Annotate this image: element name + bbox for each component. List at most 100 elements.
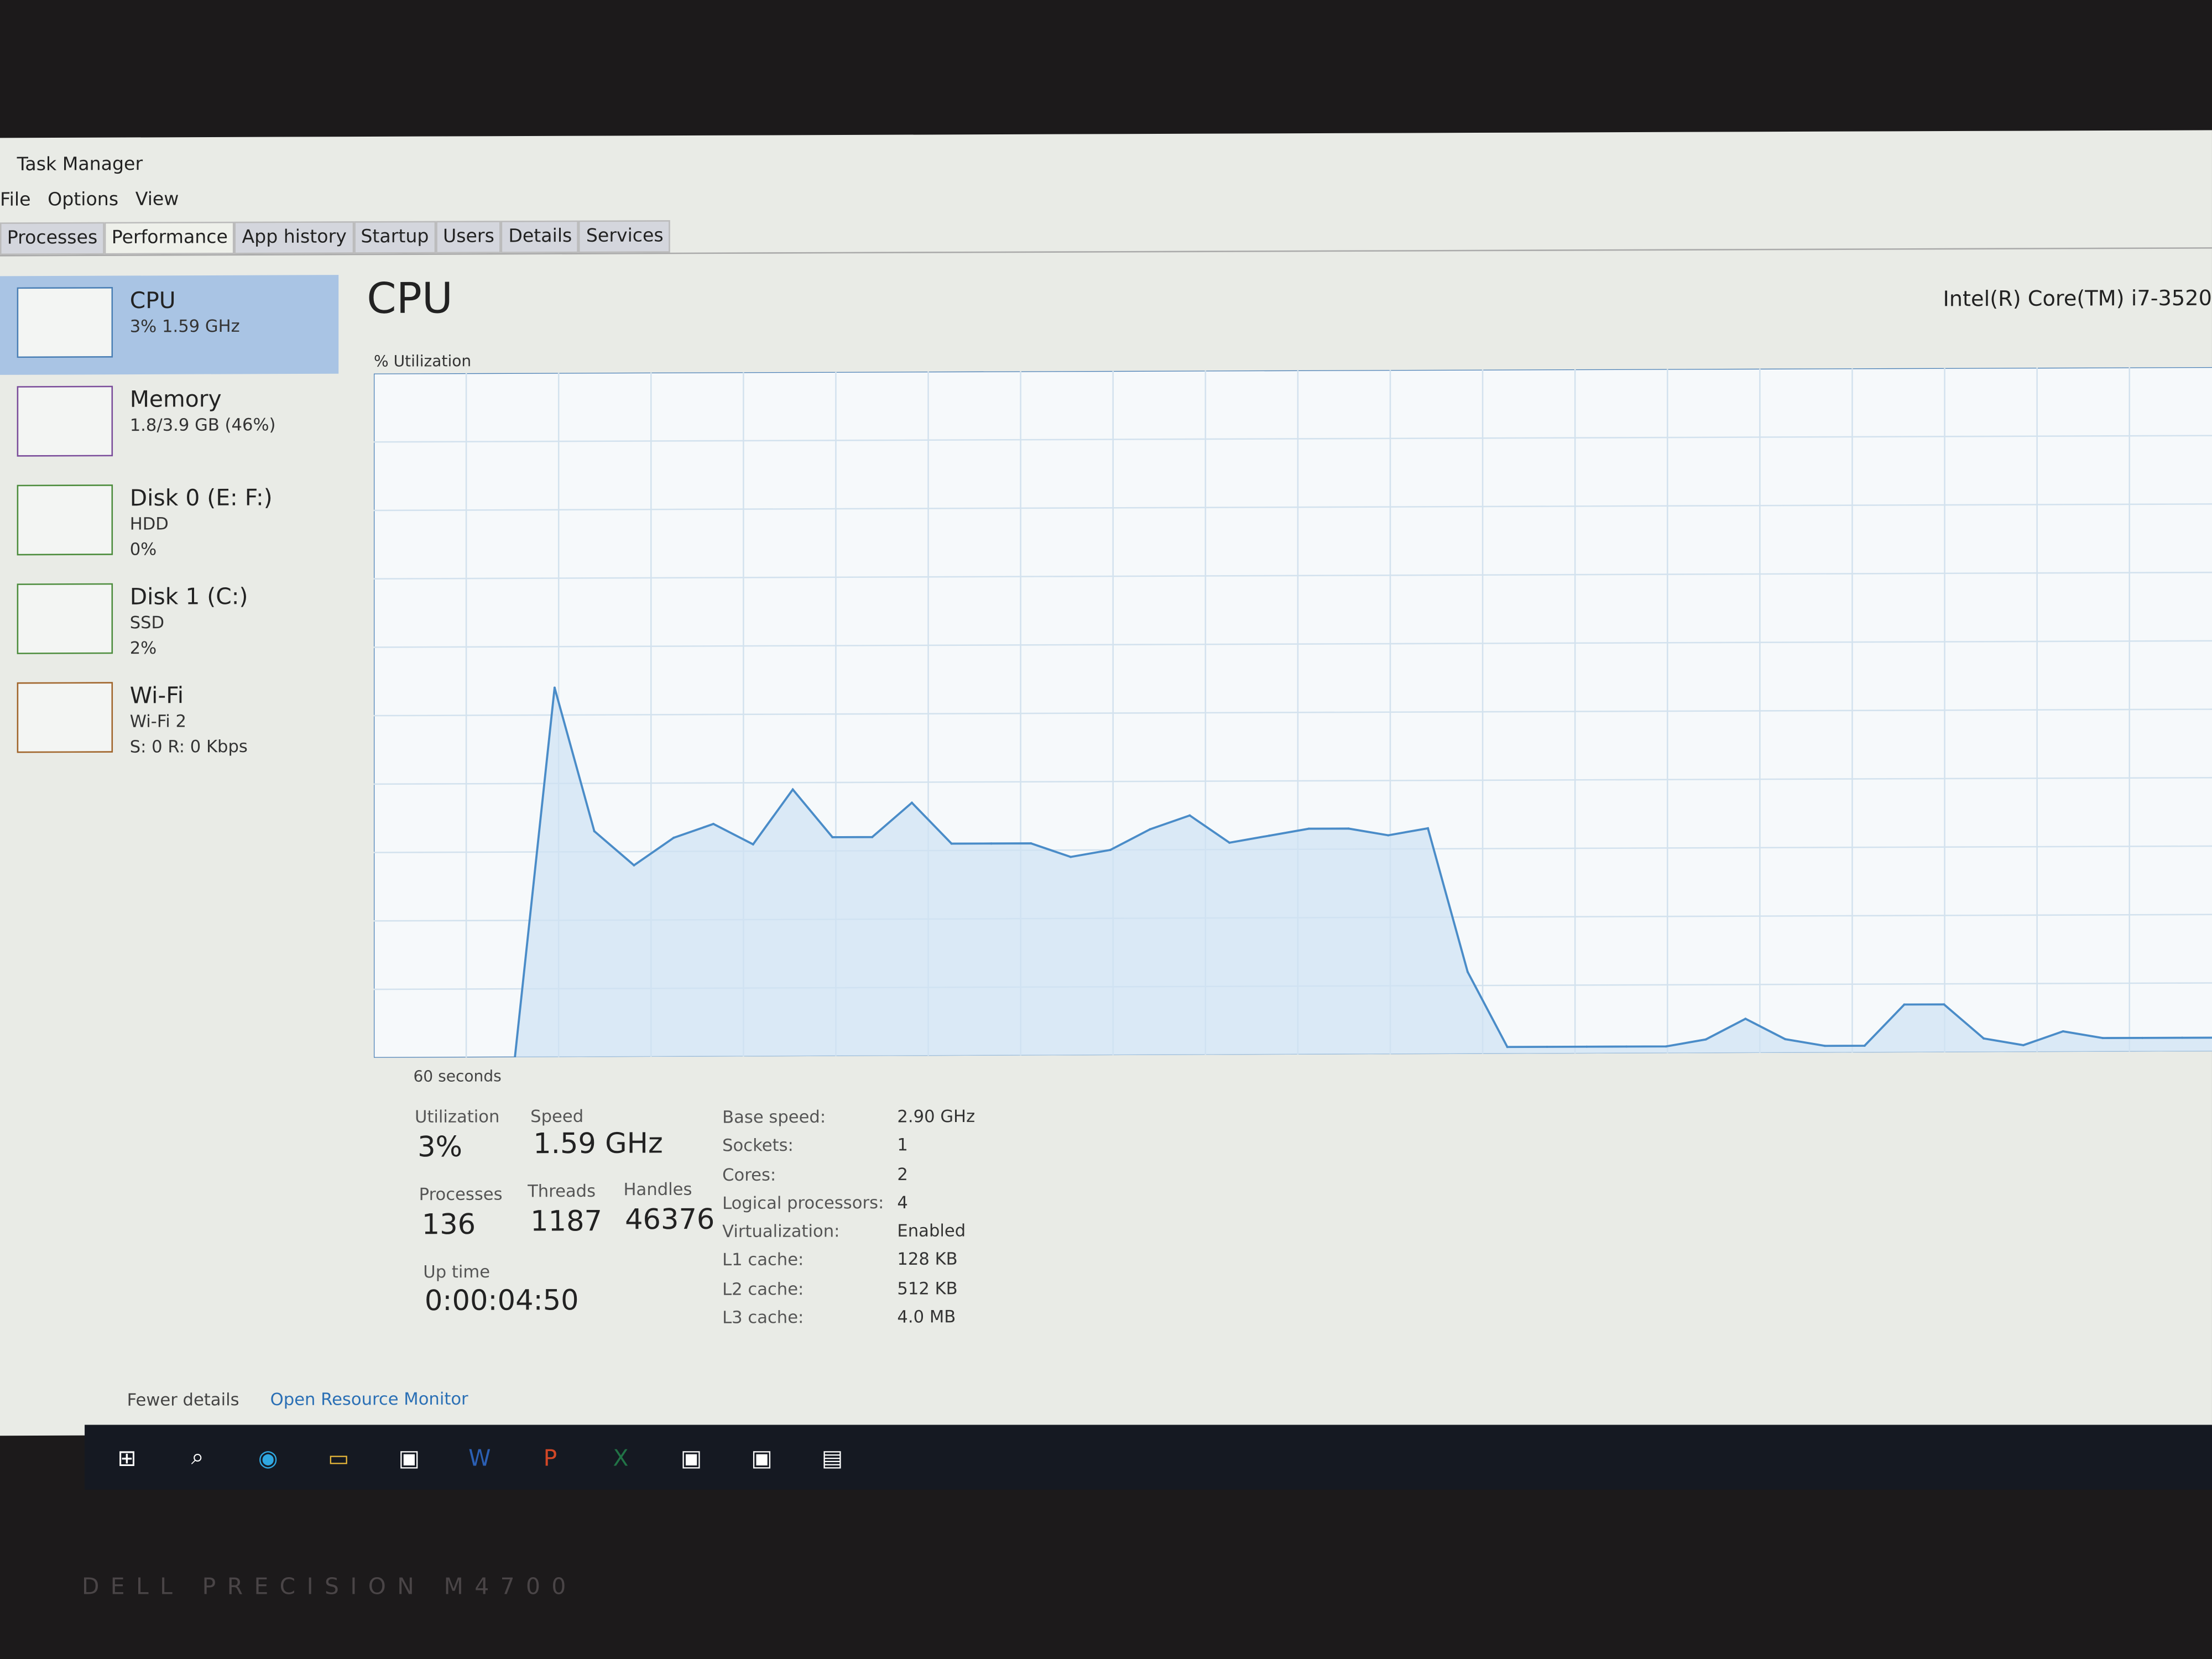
tab-bar: Processes Performance App history Startu… bbox=[0, 215, 2212, 257]
threads-value: 1187 bbox=[530, 1203, 603, 1238]
memory-thumbnail bbox=[17, 385, 113, 457]
bezel-logo: DELL PRECISION M4700 bbox=[81, 1573, 577, 1600]
item-name: Memory bbox=[129, 385, 222, 413]
threads-label: Threads bbox=[528, 1181, 596, 1202]
tab-services[interactable]: Services bbox=[579, 220, 671, 253]
utilization-value: 3% bbox=[418, 1129, 463, 1164]
page-title: CPU bbox=[367, 274, 453, 325]
item-detail: 1.8/3.9 GB (46%) bbox=[129, 415, 276, 435]
tab-startup[interactable]: Startup bbox=[353, 221, 436, 254]
data-point bbox=[831, 836, 834, 839]
data-point bbox=[2062, 1030, 2064, 1033]
item-name: Wi-Fi bbox=[129, 681, 184, 709]
data-point bbox=[1863, 1044, 1866, 1047]
sidebar-item-cpu[interactable]: CPU 3% 1.59 GHz bbox=[0, 275, 339, 375]
spec-value: 128 KB bbox=[897, 1249, 958, 1270]
data-point bbox=[1903, 1003, 1906, 1006]
sidebar-item-disk0[interactable]: Disk 0 (E: F:) HDD 0% bbox=[0, 472, 338, 572]
task-manager-window: Task Manager File Options View Processes… bbox=[0, 130, 2212, 1436]
data-point bbox=[1070, 855, 1072, 858]
spec-label: Virtualization: bbox=[722, 1221, 840, 1242]
data-point bbox=[1228, 841, 1231, 844]
taskbar: ⊞ ⌕ ◉ ▭ ▣ W P X ▣ ▣ ▤ bbox=[85, 1425, 2212, 1490]
spec-row: Logical processors: 4 bbox=[722, 1188, 975, 1217]
menu-file[interactable]: File bbox=[0, 190, 31, 211]
screen: Task Manager File Options View Processes… bbox=[0, 0, 2212, 1659]
spec-row: Virtualization: Enabled bbox=[722, 1217, 975, 1246]
data-point bbox=[1943, 1003, 1945, 1006]
data-point bbox=[1109, 848, 1112, 851]
data-point bbox=[752, 843, 754, 846]
handles-label: Handles bbox=[623, 1179, 692, 1199]
data-point bbox=[672, 836, 675, 839]
cpu-model: Intel(R) Core(TM) i7-3520 bbox=[1943, 285, 2212, 312]
data-point bbox=[1307, 827, 1310, 830]
data-point bbox=[1704, 1038, 1707, 1041]
data-point bbox=[2181, 1036, 2184, 1039]
search-icon[interactable]: ⌕ bbox=[175, 1436, 220, 1479]
fewer-details-button[interactable]: Fewer details bbox=[127, 1390, 239, 1410]
edge-icon[interactable]: ◉ bbox=[246, 1436, 291, 1479]
data-point bbox=[1744, 1018, 1747, 1020]
spec-row: L1 cache: 128 KB bbox=[722, 1245, 975, 1275]
processes-value: 136 bbox=[421, 1207, 476, 1241]
data-point bbox=[1347, 827, 1350, 830]
word-icon[interactable]: W bbox=[457, 1436, 503, 1479]
spec-value: Enabled bbox=[897, 1220, 966, 1241]
task-manager-icon[interactable]: ▤ bbox=[810, 1436, 855, 1479]
tab-performance[interactable]: Performance bbox=[105, 221, 235, 255]
open-resource-monitor-link[interactable]: Open Resource Monitor bbox=[270, 1389, 468, 1410]
spec-label: Base speed: bbox=[722, 1107, 826, 1128]
menu-options[interactable]: Options bbox=[48, 190, 118, 211]
cpu-specs: Base speed: 2.90 GHz Sockets: 1 Cores: 2 Logic… bbox=[722, 1102, 975, 1332]
file-explorer-icon[interactable]: ▭ bbox=[316, 1436, 361, 1479]
spec-label: Sockets: bbox=[722, 1135, 794, 1156]
item-detail: SSD bbox=[129, 612, 165, 633]
data-point bbox=[791, 788, 794, 791]
spec-label: L1 cache: bbox=[722, 1250, 804, 1271]
cpu-utilization-graph bbox=[374, 367, 2212, 1058]
data-point bbox=[2141, 1036, 2144, 1039]
spec-value: 2 bbox=[897, 1164, 908, 1184]
tab-processes[interactable]: Processes bbox=[0, 222, 105, 255]
tab-details[interactable]: Details bbox=[501, 220, 580, 253]
cpu-panel: CPU Intel(R) Core(TM) i7-3520 % Utilizat… bbox=[367, 268, 2212, 1328]
menu-bar: File Options View bbox=[0, 190, 179, 211]
item-detail: 3% 1.59 GHz bbox=[129, 316, 240, 337]
windows-icon[interactable]: ⊞ bbox=[105, 1436, 150, 1479]
app-icon[interactable]: ▣ bbox=[387, 1436, 432, 1479]
sidebar-item-wifi[interactable]: Wi-Fi Wi-Fi 2 S: 0 R: 0 Kbps bbox=[0, 670, 338, 770]
data-point bbox=[1387, 834, 1390, 837]
data-point bbox=[2022, 1044, 2025, 1047]
data-point bbox=[1625, 1045, 1628, 1048]
app-icon[interactable]: ▣ bbox=[739, 1436, 785, 1479]
item-name: Disk 0 (E: F:) bbox=[129, 484, 273, 512]
spec-label: Cores: bbox=[722, 1164, 776, 1185]
disk-thumbnail bbox=[17, 583, 113, 654]
powerpoint-icon[interactable]: P bbox=[528, 1436, 573, 1479]
spec-value: 4.0 MB bbox=[897, 1307, 956, 1327]
speed-value: 1.59 GHz bbox=[533, 1125, 663, 1160]
menu-view[interactable]: View bbox=[135, 190, 179, 211]
data-point bbox=[1585, 1045, 1588, 1048]
sidebar-item-disk1[interactable]: Disk 1 (C:) SSD 2% bbox=[0, 571, 338, 671]
data-point bbox=[1149, 828, 1151, 831]
data-point bbox=[2101, 1037, 2104, 1040]
item-detail: S: 0 R: 0 Kbps bbox=[129, 736, 248, 757]
data-point bbox=[1983, 1037, 1985, 1040]
app-icon[interactable]: ▣ bbox=[669, 1436, 714, 1479]
uptime-value: 0:00:04:50 bbox=[424, 1282, 579, 1317]
data-point bbox=[1784, 1038, 1787, 1041]
excel-icon[interactable]: X bbox=[598, 1436, 644, 1479]
time-label: 60 seconds bbox=[413, 1067, 502, 1086]
spec-value: 512 KB bbox=[897, 1278, 958, 1298]
tab-users[interactable]: Users bbox=[436, 221, 502, 254]
processes-label: Processes bbox=[419, 1184, 503, 1204]
spec-label: L2 cache: bbox=[722, 1279, 804, 1299]
sidebar-item-memory[interactable]: Memory 1.8/3.9 GB (46%) bbox=[0, 374, 338, 474]
uptime-label: Up time bbox=[423, 1261, 491, 1282]
spec-row: Sockets: 1 bbox=[722, 1131, 975, 1160]
spec-row: L2 cache: 512 KB bbox=[722, 1274, 975, 1303]
spec-label: Logical processors: bbox=[722, 1192, 884, 1213]
tab-app-history[interactable]: App history bbox=[234, 221, 354, 254]
